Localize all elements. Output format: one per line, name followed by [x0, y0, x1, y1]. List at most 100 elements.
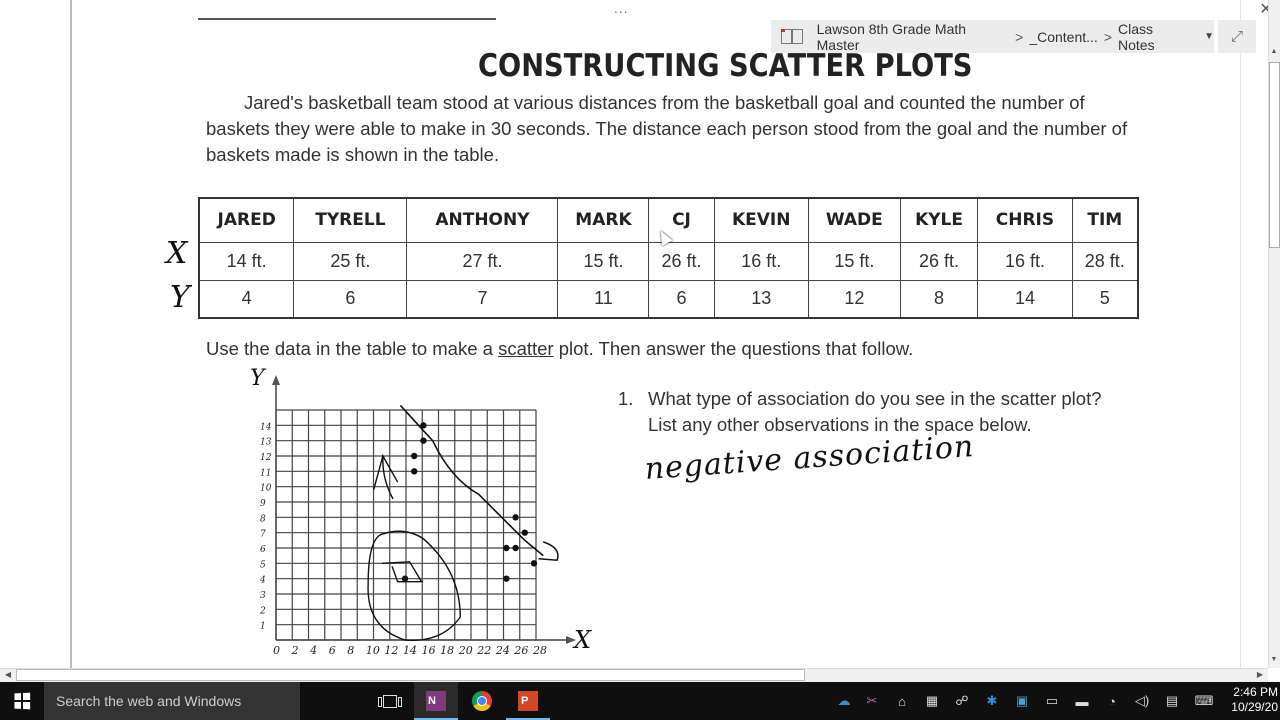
table-distance-cell: 26 ft.: [648, 241, 715, 281]
touchpad-icon[interactable]: ▭: [1040, 682, 1064, 720]
x-tick-label: 14: [403, 644, 417, 657]
scroll-right-arrow[interactable]: ▶: [1254, 668, 1266, 682]
breadcrumb-separator: >: [1015, 28, 1024, 45]
y-tick-label: 1: [260, 622, 266, 632]
hand-arrow: [372, 453, 399, 500]
breadcrumb-notebook[interactable]: Lawson 8th Grade Math Master: [817, 21, 1010, 53]
x-tick-label: 20: [458, 644, 473, 657]
data-table: JARED TYRELL ANTHONY MARK CJ KEVIN WADE KYLE CHR…: [198, 197, 1139, 319]
table-distance-cell: 15 ft.: [807, 241, 901, 281]
question-number: 1.: [618, 388, 634, 409]
question-text: What type of association do you see in t…: [648, 388, 1102, 435]
page-right-edge: [1240, 0, 1241, 668]
y-tick-label: 13: [260, 438, 272, 448]
data-point: [512, 514, 519, 521]
y-tick-label: 6: [260, 545, 266, 555]
x-tick-label: 18: [440, 644, 454, 657]
scroll-down-arrow[interactable]: ▼: [1268, 654, 1280, 666]
table-header-cell: ANTHONY: [406, 197, 559, 243]
network-share-icon[interactable]: ⌂: [890, 682, 914, 720]
x-tick-label: 26: [513, 644, 528, 657]
onedrive-icon[interactable]: ☁: [832, 682, 856, 720]
x-tick-label: 6: [329, 644, 336, 657]
breadcrumb-section[interactable]: _Content...: [1029, 29, 1098, 45]
table-baskets-cell: 11: [557, 279, 650, 319]
vertical-scroll-thumb[interactable]: [1269, 62, 1280, 248]
instruction-underlined: scatter: [498, 338, 554, 359]
x-tick-label: 4: [309, 644, 317, 657]
table-distance-cell: 16 ft.: [713, 241, 809, 281]
table-header-cell: JARED: [198, 197, 295, 243]
handwritten-y-label: Y: [170, 280, 190, 315]
table-baskets-cell: 4: [198, 279, 295, 319]
y-tick-label: 12: [260, 453, 272, 463]
x-tick-label: 16: [422, 644, 436, 657]
table-baskets-cell: 5: [1071, 279, 1139, 319]
notebook-icon: [780, 28, 803, 44]
windows-logo-icon: [14, 692, 31, 710]
display-settings-icon[interactable]: ▣: [1010, 682, 1034, 720]
task-view-icon: [378, 694, 402, 708]
x-tick-label: 24: [495, 644, 510, 657]
breadcrumb-separator: >: [1103, 28, 1112, 45]
scroll-left-arrow[interactable]: ◀: [2, 668, 14, 682]
y-tick-label: 9: [260, 499, 266, 509]
data-point: [503, 544, 510, 552]
table-baskets-cell: 12: [807, 279, 901, 319]
onenote-clip-icon[interactable]: ✂: [860, 682, 884, 720]
data-point: [512, 544, 519, 552]
y-tick-label: 10: [260, 484, 272, 494]
expand-button[interactable]: ⤢: [1218, 20, 1256, 53]
scatter-plot: 0 2 4 6 8 10 12 14 16 18 20 22 24 26 28123456789101112…: [250, 366, 592, 657]
action-center-icon[interactable]: ▤: [1160, 682, 1184, 720]
powerpoint-icon: P: [518, 691, 538, 711]
table-header-cell: MARK: [557, 197, 650, 243]
page-canvas[interactable]: ... CONSTRUCTING SCATTER PLOTS Jared's b…: [0, 0, 1268, 668]
onenote-window: ... CONSTRUCTING SCATTER PLOTS Jared's b…: [0, 0, 1280, 720]
taskbar-chrome[interactable]: [460, 682, 504, 720]
start-button[interactable]: [0, 682, 44, 720]
worksheet-title: CONSTRUCTING SCATTER PLOTS: [478, 48, 973, 84]
table-baskets-cell: 8: [899, 279, 979, 319]
chevron-down-icon[interactable]: ▼: [1204, 31, 1214, 42]
power-icon[interactable]: ▬: [1070, 682, 1094, 720]
clock[interactable]: 2:46 PM 10/29/20: [1226, 685, 1278, 715]
breadcrumb-page[interactable]: Class Notes: [1118, 21, 1192, 53]
task-view-button[interactable]: [368, 682, 412, 720]
bluetooth-icon[interactable]: ✱: [980, 682, 1004, 720]
table-header-cell: KYLE: [899, 197, 979, 243]
taskbar: Search the web and Windows N P ☁ ✂ ⌂ ▦ ☍…: [0, 682, 1280, 720]
y-tick-label: 4: [259, 576, 266, 586]
horizontal-scroll-thumb[interactable]: [16, 669, 805, 681]
taskbar-onenote[interactable]: N: [414, 682, 458, 720]
y-axis-arrow: [272, 375, 280, 385]
x-axis-label: X: [572, 626, 592, 654]
table-row-baskets: 4 6 7 11 6 13 12 8 14 5: [198, 279, 1139, 319]
y-tick-label: 7: [260, 530, 266, 540]
x-tick-label: 0: [273, 644, 280, 657]
x-tick-label: 22: [476, 644, 491, 657]
more-options-dots[interactable]: ...: [614, 0, 629, 16]
taskbar-search-input[interactable]: Search the web and Windows: [44, 682, 300, 720]
firewall-icon[interactable]: ▦: [920, 682, 944, 720]
scroll-up-arrow[interactable]: ▲: [1268, 46, 1280, 58]
instruction-post: plot. Then answer the questions that fol…: [553, 338, 914, 359]
clock-date: 10/29/20: [1231, 700, 1278, 714]
volume-icon[interactable]: ◁): [1130, 682, 1154, 720]
taskbar-powerpoint[interactable]: P: [506, 682, 550, 720]
x-tick-label: 2: [291, 644, 299, 657]
table-baskets-cell: 13: [713, 279, 809, 319]
breadcrumb[interactable]: Lawson 8th Grade Math Master > _Content.…: [771, 20, 1214, 53]
table-baskets-cell: 6: [293, 279, 408, 319]
keyboard-icon[interactable]: ⌨: [1192, 682, 1216, 720]
table-header-cell: WADE: [807, 197, 901, 243]
data-point: [503, 575, 510, 582]
x-tick-label: 28: [532, 644, 547, 657]
top-rule-line: [198, 18, 496, 20]
y-tick-label: 2: [259, 606, 266, 616]
x-tick-label: 12: [384, 644, 398, 657]
data-point: [521, 529, 528, 536]
security-icon[interactable]: ☍: [950, 682, 974, 720]
table-baskets-cell: 14: [977, 279, 1073, 319]
wifi-icon[interactable]: ◔: [1100, 682, 1124, 720]
